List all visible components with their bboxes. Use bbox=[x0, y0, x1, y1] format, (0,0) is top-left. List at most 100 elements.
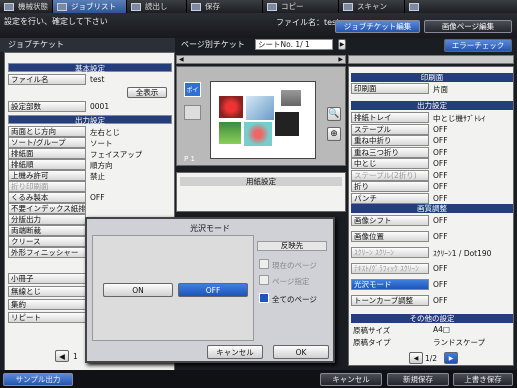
output-setting-9-button[interactable]: 両端断裁 bbox=[8, 225, 86, 236]
copies-value: 0001 bbox=[90, 102, 110, 111]
out-setting-0-button[interactable]: 排紙トレイ bbox=[351, 112, 429, 123]
image-setting-0-value: OFF bbox=[433, 216, 448, 225]
section-other: その他の設定 bbox=[351, 314, 513, 323]
image-setting-5-button[interactable]: トーンカーブ調整 bbox=[351, 295, 429, 306]
dialog-ok-button[interactable]: OK bbox=[273, 345, 329, 359]
other-setting-0-value: A4□ bbox=[433, 325, 450, 334]
sample-output-button[interactable]: サンプル出力 bbox=[3, 373, 73, 386]
top-menu-bar: 機械状態 ジョブリスト 読出し 保存 コピー スキャン bbox=[0, 0, 517, 13]
list-icon bbox=[57, 2, 67, 11]
all-pages-checkbox[interactable] bbox=[259, 293, 269, 303]
image-setting-3-value: OFF bbox=[433, 264, 448, 273]
out-setting-2-button[interactable]: 重ね中折り bbox=[351, 135, 429, 146]
out-setting-6-row: 折り OFF bbox=[351, 181, 513, 192]
scroll-left-icon[interactable]: ◀ bbox=[179, 56, 184, 63]
apply-setting-1-button[interactable]: 無線とじ bbox=[8, 286, 86, 297]
right-page-number: 1/2 bbox=[425, 354, 438, 363]
out-setting-6-value: OFF bbox=[433, 182, 448, 191]
filename-button[interactable]: ファイル名 bbox=[8, 74, 86, 85]
sheet-next-button[interactable]: ▶ bbox=[338, 39, 346, 50]
image-setting-2-value: ｽｸﾘｰﾝ1 / Dot190 bbox=[433, 249, 492, 258]
gloss-on-button[interactable]: ON bbox=[103, 283, 173, 297]
prev-page-button[interactable]: ◀ bbox=[55, 350, 69, 362]
section-image: 画質調整 bbox=[351, 204, 513, 213]
save-tab[interactable]: 保存 bbox=[187, 0, 263, 13]
output-setting-11-button[interactable]: 外形フィニッシャー bbox=[8, 247, 86, 258]
out-setting-1-row: ステープル OFF bbox=[351, 123, 513, 135]
image-setting-1-button[interactable]: 画像位置 bbox=[351, 231, 429, 242]
copy-icon bbox=[267, 2, 277, 11]
thumbnail-blank[interactable] bbox=[184, 105, 201, 120]
output-setting-10-button[interactable]: クリース bbox=[8, 236, 86, 247]
out-setting-6-button[interactable]: 折り bbox=[351, 181, 429, 192]
more-tab[interactable] bbox=[405, 0, 517, 13]
page-preview-area: ポイ 🔍 ⊕ P 1 bbox=[176, 66, 346, 166]
out-setting-2-value: OFF bbox=[433, 136, 448, 145]
image-setting-0-button[interactable]: 画像シフト bbox=[351, 215, 429, 226]
output-setting-0-button[interactable]: 両面とじ方向 bbox=[8, 126, 86, 137]
scroll-right-icon[interactable]: ▶ bbox=[338, 56, 343, 63]
out-setting-1-button[interactable]: ステープル bbox=[351, 123, 429, 135]
print-side-row: 印刷面 片面 bbox=[351, 83, 513, 94]
output-setting-2-button[interactable]: 排紙面 bbox=[8, 148, 86, 159]
show-all-button[interactable]: 全表示 bbox=[127, 87, 167, 98]
image-setting-2-button[interactable]: ｽｸﾘｰﾝ ｽｸﾘｰﾝ bbox=[351, 247, 429, 258]
out-setting-0-row: 排紙トレイ 中とじ機ｻﾌﾞﾄﾚｲ bbox=[351, 112, 513, 123]
output-setting-4-button[interactable]: 上機み許可 bbox=[8, 170, 86, 181]
new-save-button[interactable]: 新規保存 bbox=[387, 373, 449, 386]
job-ticket-title: ジョブチケット bbox=[0, 38, 175, 52]
reflect-area: 反映先 現在のページ ページ指定 全てのページ bbox=[257, 241, 327, 341]
gloss-off-button[interactable]: OFF bbox=[178, 283, 248, 297]
tab-job-ticket-edit[interactable]: ジョブチケット編集 bbox=[335, 20, 420, 33]
apply-setting-2-button[interactable]: 集約 bbox=[8, 299, 86, 310]
job-list-tab[interactable]: ジョブリスト bbox=[53, 0, 127, 13]
photo-small bbox=[281, 90, 301, 106]
overwrite-save-button[interactable]: 上書き保存 bbox=[453, 373, 513, 386]
readout-tab[interactable]: 読出し bbox=[127, 0, 187, 13]
dialog-cancel-button[interactable]: キャンセル bbox=[207, 345, 263, 359]
out-setting-0-value: 中とじ機ｻﾌﾞﾄﾚｲ bbox=[433, 114, 486, 123]
out-setting-4-button[interactable]: 中とじ bbox=[351, 158, 429, 169]
tab-image-page-edit[interactable]: 画像ページ編集 bbox=[424, 20, 512, 33]
right-next-button[interactable]: ▶ bbox=[444, 352, 458, 364]
output-setting-3-button[interactable]: 排紙順 bbox=[8, 159, 86, 170]
other-setting-0-label: 原稿サイズ bbox=[353, 326, 391, 335]
output-setting-8-button[interactable]: 分版出力 bbox=[8, 214, 86, 225]
apply-setting-0-button[interactable]: 小冊子 bbox=[8, 273, 86, 284]
out-setting-7-button[interactable]: パンチ bbox=[351, 192, 429, 204]
out-setting-7-value: OFF bbox=[433, 193, 448, 203]
out-setting-5-button[interactable]: ステープル(2折り) bbox=[351, 169, 429, 181]
apply-setting-3-button[interactable]: リピート bbox=[8, 312, 86, 323]
copies-button[interactable]: 設定部数 bbox=[8, 101, 86, 112]
output-setting-3-row: 排紙順 順方向 bbox=[8, 159, 172, 170]
current-page-checkbox[interactable] bbox=[259, 259, 269, 269]
output-setting-5-button[interactable]: 折り印刷面 bbox=[8, 181, 86, 192]
image-setting-5-row: トーンカーブ調整 OFF bbox=[351, 295, 513, 306]
copy-tab[interactable]: コピー bbox=[263, 0, 339, 13]
reflect-title: 反映先 bbox=[257, 241, 327, 251]
output-setting-7-button[interactable]: 不要インデックス紙排紙 bbox=[8, 203, 86, 214]
image-setting-4-button[interactable]: 光沢モード bbox=[351, 279, 429, 290]
machine-status-tab[interactable]: 機械状態 bbox=[0, 0, 53, 13]
zoom-out-icon[interactable]: 🔍 bbox=[327, 107, 341, 121]
error-check-button[interactable]: エラーチェック bbox=[444, 39, 512, 52]
output-setting-1-button[interactable]: ソート/グループ bbox=[8, 137, 86, 148]
output-setting-5-row: 折り印刷面 bbox=[8, 181, 172, 192]
output-setting-0-row: 両面とじ方向 左右とじ bbox=[8, 126, 172, 137]
cancel-button[interactable]: キャンセル bbox=[320, 373, 382, 386]
image-setting-3-button[interactable]: ﾃｷｽﾄ/ｸﾞﾗﾌｨｯｸ ｽｸﾘｰﾝ bbox=[351, 263, 429, 274]
horizontal-scrollbar[interactable]: ◀ ▶ bbox=[176, 55, 346, 64]
right-prev-button[interactable]: ◀ bbox=[409, 352, 423, 364]
print-side-button[interactable]: 印刷面 bbox=[351, 83, 429, 94]
output-setting-6-button[interactable]: くるみ製本 bbox=[8, 192, 86, 203]
scan-tab[interactable]: スキャン bbox=[339, 0, 405, 13]
out-setting-4-value: OFF bbox=[433, 159, 448, 168]
file-name-label: ファイル名：test bbox=[276, 18, 340, 27]
page-spec-checkbox[interactable] bbox=[259, 275, 269, 285]
image-setting-1-value: OFF bbox=[433, 232, 448, 241]
zoom-in-icon[interactable]: ⊕ bbox=[327, 127, 341, 141]
out-setting-3-button[interactable]: 重ね三つ折り bbox=[351, 146, 429, 158]
image-setting-3-row: ﾃｷｽﾄ/ｸﾞﾗﾌｨｯｸ ｽｸﾘｰﾝ OFF bbox=[351, 263, 513, 274]
thumbnail-selected[interactable]: ポイ bbox=[184, 82, 201, 97]
right-scrollbar[interactable] bbox=[348, 55, 514, 64]
